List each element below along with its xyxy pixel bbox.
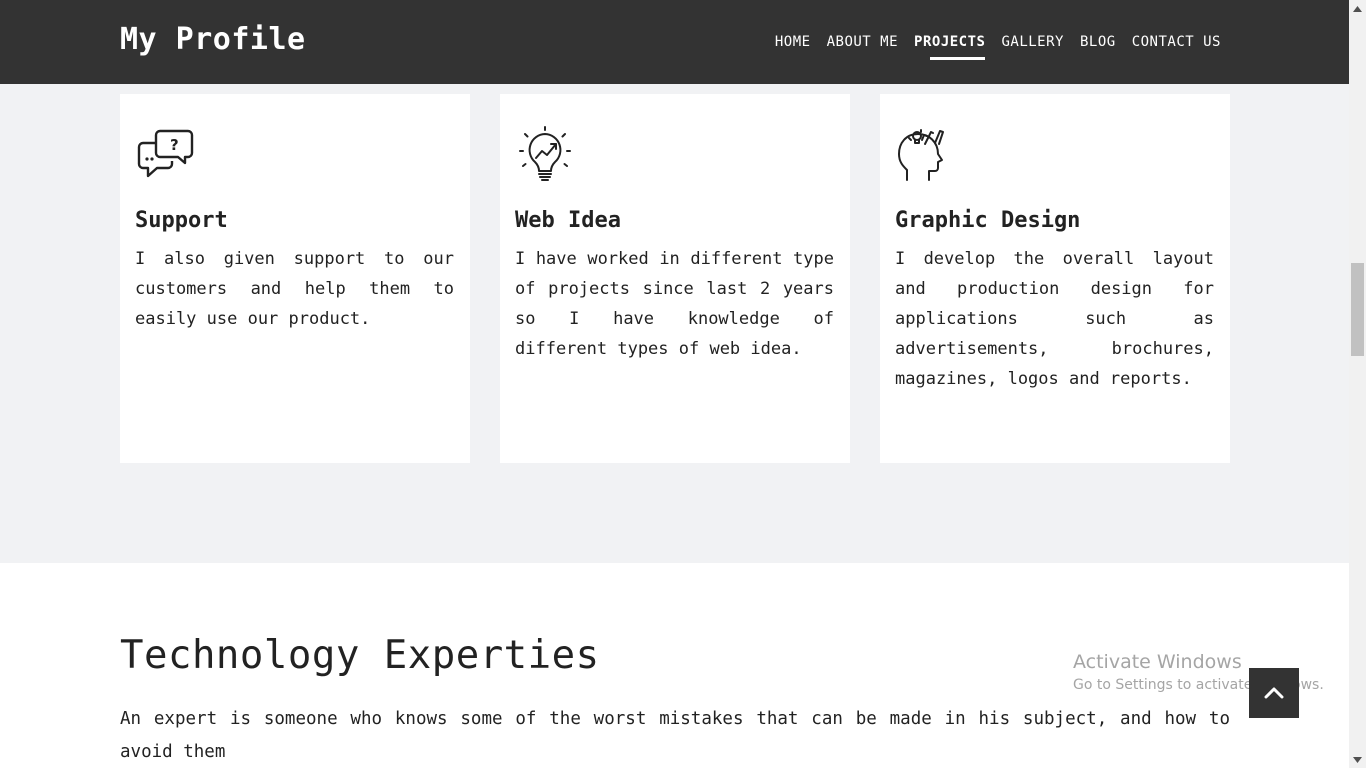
service-title: Graphic Design <box>895 208 1081 233</box>
nav-home[interactable]: HOME <box>775 34 811 60</box>
services-section: ? Support I also given support to our cu… <box>0 84 1349 563</box>
nav-gallery[interactable]: GALLERY <box>1001 34 1064 60</box>
vertical-scrollbar[interactable] <box>1349 0 1366 768</box>
nav-projects[interactable]: PROJECTS <box>914 34 986 60</box>
service-card-graphic-design: Graphic Design I develop the overall lay… <box>880 94 1230 463</box>
svg-text:?: ? <box>170 136 179 154</box>
service-title: Support <box>135 208 228 233</box>
chat-question-icon: ? <box>137 129 194 178</box>
technology-section: Technology Experties An expert is someon… <box>0 563 1349 768</box>
back-to-top-button[interactable] <box>1249 668 1299 718</box>
nav-contact-us[interactable]: CONTACT US <box>1132 34 1221 60</box>
section-description: An expert is someone who knows some of t… <box>120 709 1230 762</box>
service-title: Web Idea <box>515 208 621 233</box>
service-card-web-idea: Web Idea I have worked in different type… <box>500 94 850 463</box>
main-nav: HOME ABOUT ME PROJECTS GALLERY BLOG CONT… <box>775 34 1221 60</box>
nav-blog[interactable]: BLOG <box>1080 34 1116 60</box>
section-title: Technology Experties <box>120 633 600 678</box>
site-brand[interactable]: My Profile <box>120 22 306 57</box>
service-description: I have worked in different type of proje… <box>515 249 834 359</box>
page: My Profile HOME ABOUT ME PROJECTS GALLER… <box>0 0 1349 768</box>
head-creative-icon <box>898 129 944 181</box>
service-description: I also given support to our customers an… <box>135 249 454 329</box>
service-card-support: ? Support I also given support to our cu… <box>120 94 470 463</box>
service-description: I develop the overall layout and product… <box>895 249 1214 389</box>
chevron-up-icon <box>1264 687 1284 699</box>
lightbulb-growth-icon <box>519 126 571 181</box>
nav-about-me[interactable]: ABOUT ME <box>827 34 898 60</box>
scroll-up-arrow-icon[interactable] <box>1349 0 1366 17</box>
top-navbar: My Profile HOME ABOUT ME PROJECTS GALLER… <box>0 0 1349 84</box>
scroll-down-arrow-icon[interactable] <box>1349 751 1366 768</box>
scrollbar-thumb[interactable] <box>1351 263 1364 356</box>
